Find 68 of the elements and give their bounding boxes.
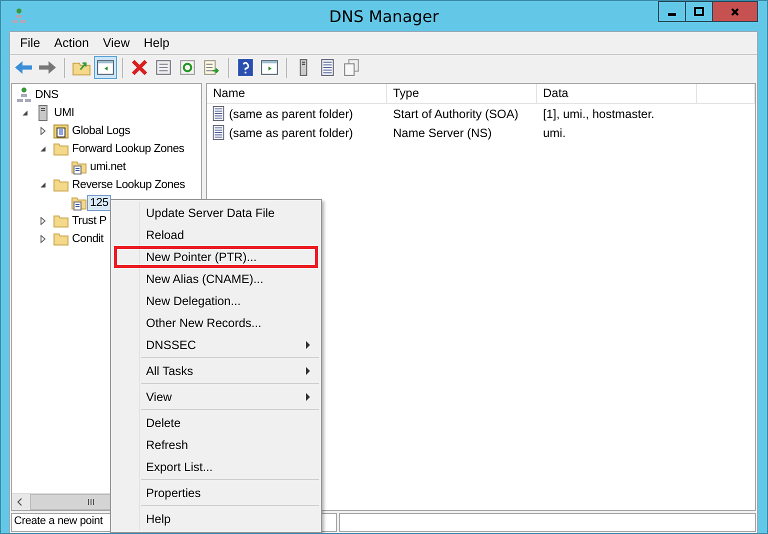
record-icon: [211, 125, 226, 140]
column-header[interactable]: Name: [207, 84, 387, 103]
menu-item[interactable]: Action: [47, 36, 96, 50]
properties-icon[interactable]: [153, 57, 174, 78]
maximize-button[interactable]: [685, 1, 713, 22]
tree-item[interactable]: Forward Lookup Zones: [70, 142, 186, 156]
expand-arrow-icon[interactable]: [39, 217, 47, 225]
tree-item[interactable]: umi.net: [88, 160, 128, 174]
folder-icon: [53, 177, 69, 193]
context-menu-item[interactable]: New Delegation...: [114, 290, 318, 312]
console-tree-icon[interactable]: [95, 57, 116, 78]
collapse-arrow-icon[interactable]: [39, 181, 47, 189]
column-header[interactable]: Data: [537, 84, 697, 103]
record-icon: [211, 106, 226, 121]
expand-arrow-icon[interactable]: [39, 127, 47, 135]
zone-file-icon: [71, 195, 87, 211]
export-list-icon[interactable]: [201, 57, 222, 78]
minimize-icon: [668, 13, 676, 16]
table-cell-text: umi.: [542, 126, 567, 140]
table-cell: (same as parent folder): [229, 126, 354, 140]
context-menu-item[interactable]: Export List...: [114, 456, 318, 478]
tree-item[interactable]: Reverse Lookup Zones: [70, 178, 187, 192]
tree-item[interactable]: Trust P: [70, 214, 109, 228]
context-menu-item[interactable]: New Alias (CNAME)...: [114, 268, 318, 290]
context-menu-item[interactable]: View: [114, 386, 318, 408]
context-menu-item[interactable]: Refresh: [114, 434, 318, 456]
delete-icon[interactable]: [129, 57, 150, 78]
menu-item[interactable]: View: [96, 36, 137, 50]
folder-icon: [53, 231, 69, 247]
close-icon: [729, 6, 741, 18]
context-menu-item[interactable]: Properties: [114, 482, 318, 504]
minimize-button[interactable]: [658, 1, 686, 22]
table-cell: (same as parent folder): [229, 106, 354, 120]
tree-item[interactable]: UMI: [52, 106, 76, 120]
copy-pages-icon[interactable]: [341, 57, 362, 78]
collapse-arrow-icon[interactable]: [39, 145, 47, 153]
context-menu-item[interactable]: Update Server Data File: [114, 202, 318, 224]
expand-arrow-icon[interactable]: [39, 235, 47, 243]
table-cell-text: Start of Authority (SOA): [392, 106, 520, 120]
folder-icon: [53, 213, 69, 229]
context-menu-item[interactable]: All Tasks: [114, 360, 318, 382]
maximize-icon: [693, 6, 705, 18]
grip-icon: [87, 498, 95, 506]
context-menu-item[interactable]: Delete: [114, 412, 318, 434]
action-pane-icon[interactable]: [259, 57, 280, 78]
context-menu-item[interactable]: Other New Records...: [114, 312, 318, 334]
tree-item[interactable]: Condit: [70, 232, 106, 246]
tree-item[interactable]: DNS: [33, 88, 60, 102]
tree-item[interactable]: Global Logs: [70, 124, 132, 138]
zone-file-icon: [71, 159, 87, 175]
context-menu-item[interactable]: DNSSEC: [114, 334, 318, 356]
app-icon: [11, 8, 27, 24]
refresh-icon[interactable]: [177, 57, 198, 78]
collapse-arrow-icon[interactable]: [21, 109, 29, 117]
context-menu-item[interactable]: New Pointer (PTR)...: [114, 246, 318, 268]
context-menu-item[interactable]: Reload: [114, 224, 318, 246]
help-icon[interactable]: [235, 57, 256, 78]
tree-item[interactable]: 125: [88, 196, 110, 210]
folder-icon: [53, 141, 69, 157]
close-button[interactable]: [712, 1, 758, 22]
menu-item[interactable]: Help: [136, 36, 176, 50]
table-cell-text: [1], umi., hostmaster.: [542, 106, 656, 120]
table-cell-text: Name Server (NS): [392, 126, 493, 140]
network-icon: [16, 87, 32, 103]
column-header[interactable]: Type: [387, 84, 537, 103]
window-title: DNS Manager: [329, 7, 439, 26]
log-folder-icon: [53, 123, 69, 139]
menu-item[interactable]: File: [13, 36, 48, 50]
